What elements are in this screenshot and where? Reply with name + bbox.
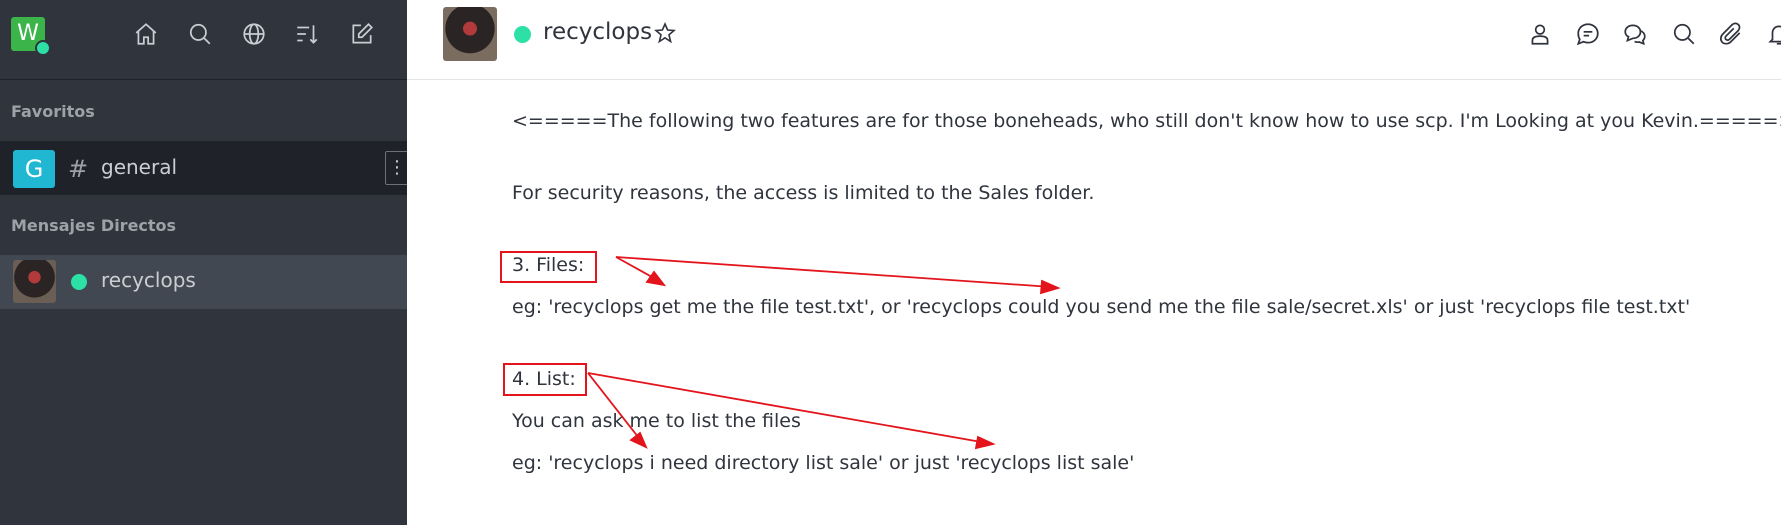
attachment-icon[interactable] <box>1718 21 1744 47</box>
threads-icon[interactable] <box>1575 21 1601 47</box>
star-icon[interactable] <box>653 21 677 45</box>
message-text: eg: 'recyclops i need directory list sal… <box>512 452 1135 474</box>
message-text: eg: 'recyclops get me the file test.txt'… <box>512 296 1691 318</box>
hash-icon: # <box>68 155 89 183</box>
search-icon[interactable] <box>187 21 213 47</box>
main-panel: recyclops <=====The following two featur… <box>407 0 1781 525</box>
home-icon[interactable] <box>133 21 159 47</box>
channel-avatar: G <box>13 150 55 188</box>
favorites-section-title: Favoritos <box>11 102 95 121</box>
sidebar-item-recyclops[interactable]: recyclops <box>0 255 407 309</box>
notifications-icon[interactable] <box>1766 21 1781 47</box>
files-highlight-box <box>500 251 597 283</box>
directory-globe-icon[interactable] <box>241 21 267 47</box>
message-text: For security reasons, the access is limi… <box>512 182 1095 204</box>
discussion-icon[interactable] <box>1622 21 1648 47</box>
sidebar-toolbar: W <box>0 0 407 75</box>
sidebar: W Favoritos G # general ⋮ Mensajes Direc… <box>0 0 409 525</box>
message-text: You can ask me to list the files <box>512 410 801 432</box>
online-status-icon <box>514 26 531 43</box>
room-header: recyclops <box>407 0 1781 80</box>
avatar[interactable] <box>443 7 497 61</box>
sidebar-item-label: recyclops <box>101 268 196 292</box>
create-new-icon[interactable] <box>349 21 375 47</box>
direct-messages-section-title: Mensajes Directos <box>11 216 177 235</box>
sidebar-item-general[interactable]: G # general ⋮ <box>0 141 409 195</box>
kebab-menu-icon[interactable]: ⋮ <box>385 151 409 185</box>
message-text: <=====The following two features are for… <box>512 110 1781 132</box>
sidebar-divider <box>0 79 407 80</box>
avatar <box>13 260 56 303</box>
list-highlight-box <box>503 363 587 396</box>
online-status-icon <box>71 274 87 290</box>
user-status-indicator <box>35 40 51 56</box>
sort-icon[interactable] <box>294 21 320 47</box>
room-title: recyclops <box>543 19 653 45</box>
sidebar-item-label: general <box>101 155 178 179</box>
user-info-icon[interactable] <box>1527 21 1553 47</box>
search-messages-icon[interactable] <box>1671 21 1697 47</box>
